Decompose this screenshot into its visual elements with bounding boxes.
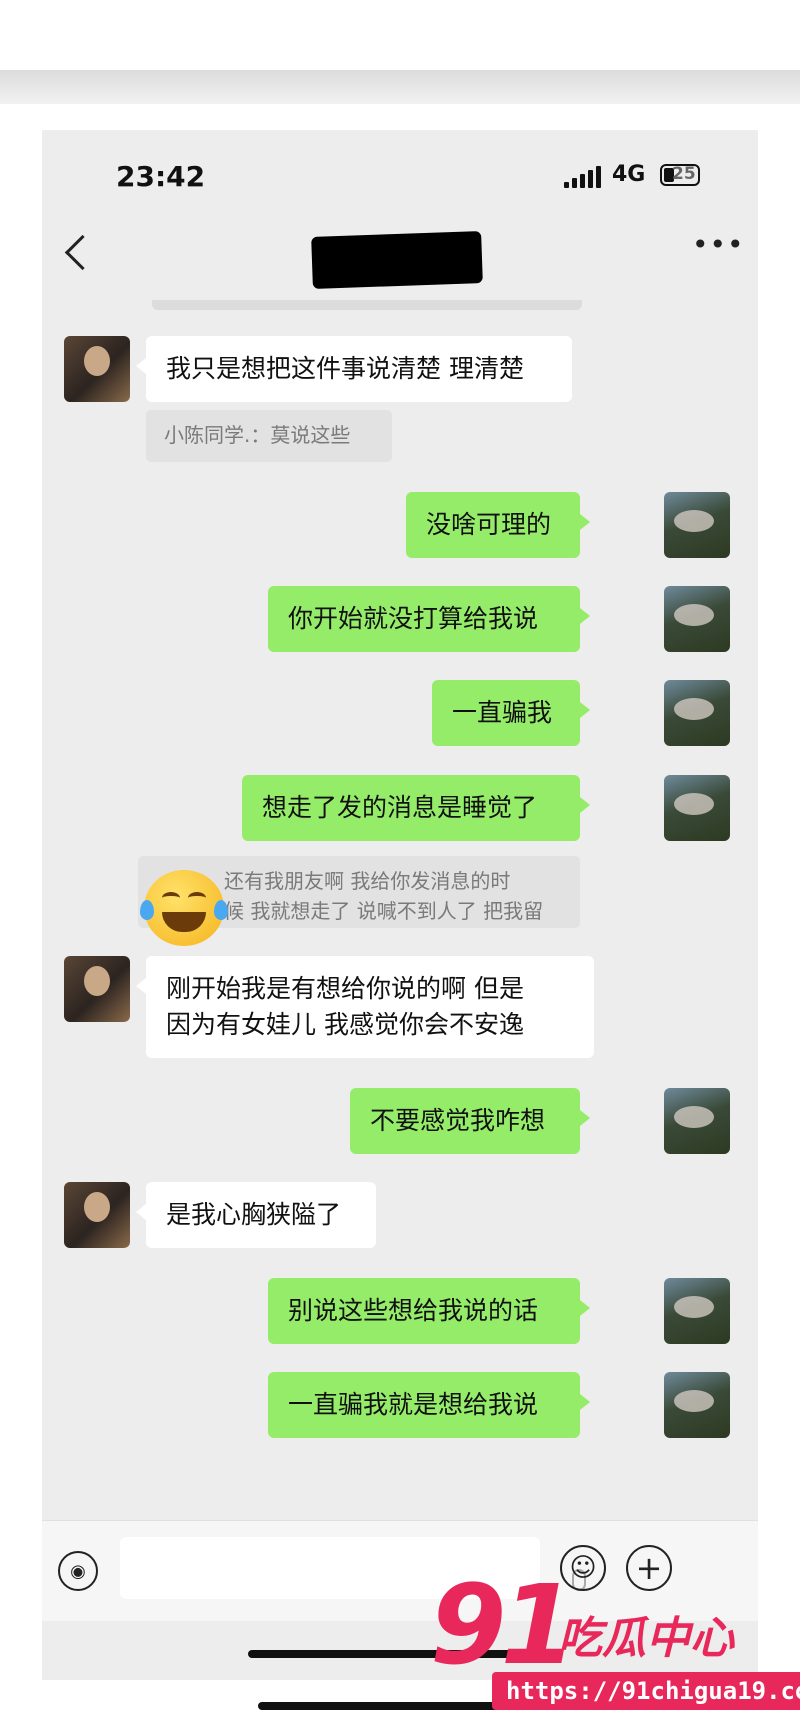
my-avatar[interactable] <box>664 586 730 652</box>
battery-icon: 25 <box>660 164 700 186</box>
watermark-url: https://91chigua19.com <box>492 1672 800 1710</box>
message-bubble-outgoing[interactable]: 想走了发的消息是睡觉了 <box>242 775 590 841</box>
page-top-strip <box>0 0 800 70</box>
contact-avatar[interactable] <box>64 956 130 1022</box>
watermark-number: 91 <box>430 1561 577 1689</box>
chat-header: ••• <box>42 210 758 300</box>
my-avatar[interactable] <box>664 492 730 558</box>
message-bubble-outgoing[interactable]: 不要感觉我咋想 <box>350 1088 590 1154</box>
my-avatar[interactable] <box>664 1278 730 1344</box>
more-dots-icon[interactable]: ••• <box>692 228 745 261</box>
message-bubble-incoming[interactable]: 是我心胸狭隘了 <box>136 1182 376 1248</box>
quoted-message[interactable]: 小陈同学.：莫说这些 <box>146 410 392 462</box>
previous-quote-edge <box>152 300 582 310</box>
signal-icon <box>564 166 602 188</box>
my-avatar[interactable] <box>664 680 730 746</box>
voice-icon[interactable]: ◉ <box>58 1551 98 1591</box>
contact-avatar[interactable] <box>64 1182 130 1248</box>
watermark-logo: 91 吃瓜中心 https://91chigua19.com <box>430 1570 800 1720</box>
phone-screenshot: 23:42 4G 25 ••• 我只是想把这件事说清楚 理清楚 小陈同学.：莫说… <box>42 130 758 1680</box>
contact-avatar[interactable] <box>64 336 130 402</box>
laughing-tears-emoji-icon <box>140 870 228 946</box>
network-type: 4G <box>612 162 646 187</box>
message-bubble-outgoing[interactable]: 你开始就没打算给我说 <box>268 586 590 652</box>
message-bubble-outgoing[interactable]: 一直骗我就是想给我说 <box>268 1372 590 1438</box>
status-bar: 23:42 4G 25 <box>42 130 758 210</box>
watermark-text: 吃瓜中心 <box>558 1613 734 1664</box>
message-bubble-incoming[interactable]: 刚开始我是有想给你说的啊 但是 因为有女娃儿 我感觉你会不安逸 <box>136 956 594 1058</box>
message-bubble-outgoing[interactable]: 一直骗我 <box>432 680 590 746</box>
page-divider <box>0 70 800 104</box>
message-bubble-incoming[interactable]: 我只是想把这件事说清楚 理清楚 <box>136 336 572 402</box>
chevron-left-icon[interactable] <box>64 234 101 271</box>
redacted-contact-name <box>311 231 483 289</box>
message-bubble-outgoing[interactable]: 别说这些想给我说的话 <box>268 1278 590 1344</box>
my-avatar[interactable] <box>664 775 730 841</box>
status-time: 23:42 <box>116 160 206 193</box>
my-avatar[interactable] <box>664 1088 730 1154</box>
my-avatar[interactable] <box>664 1372 730 1438</box>
battery-level: 25 <box>672 164 696 184</box>
message-bubble-outgoing[interactable]: 没啥可理的 <box>406 492 590 558</box>
